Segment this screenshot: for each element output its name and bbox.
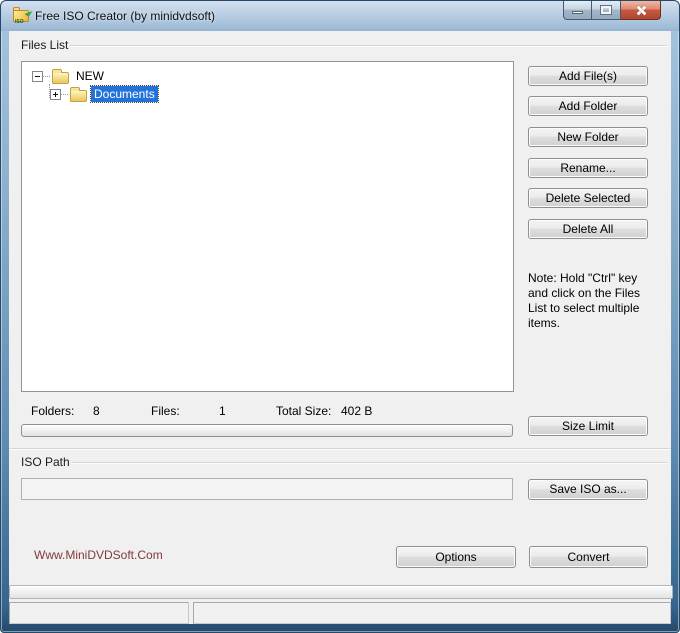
- add-files-button[interactable]: Add File(s): [528, 66, 648, 86]
- tree-item-documents[interactable]: Documents: [50, 85, 159, 103]
- close-icon: [634, 4, 647, 17]
- tree-item-root[interactable]: NEW: [32, 67, 107, 85]
- website-link[interactable]: Www.MiniDVDSoft.Com: [34, 548, 163, 562]
- client-area: Files List NEW Documents Add File(s) Add…: [9, 31, 673, 624]
- folders-value: 8: [93, 404, 100, 418]
- total-size-label: Total Size:: [276, 404, 332, 418]
- convert-button[interactable]: Convert: [529, 546, 648, 568]
- folder-icon: [70, 86, 87, 102]
- status-panel-right: [193, 602, 671, 624]
- minimize-icon: [572, 11, 583, 14]
- titlebar[interactable]: ISO Free ISO Creator (by minidvdsoft): [1, 1, 679, 31]
- status-panel-left: [9, 602, 189, 624]
- maximize-button[interactable]: [592, 1, 621, 20]
- folder-icon: [52, 68, 69, 84]
- iso-path-group-label: ISO Path: [19, 455, 72, 469]
- tree-connector-line: [43, 75, 50, 77]
- multi-select-note: Note: Hold "Ctrl" key and click on the F…: [528, 271, 641, 330]
- size-limit-button[interactable]: Size Limit: [528, 416, 648, 436]
- group-separator: [9, 448, 671, 450]
- tree-item-label-selected[interactable]: Documents: [90, 85, 159, 103]
- window-title: Free ISO Creator (by minidvdsoft): [35, 9, 216, 23]
- minimize-button[interactable]: [563, 1, 592, 20]
- iso-path-field: [21, 478, 513, 500]
- folders-label: Folders:: [31, 404, 75, 418]
- caption-buttons: [563, 1, 661, 20]
- files-progress-bar: [21, 424, 513, 437]
- files-label: Files:: [151, 404, 180, 418]
- new-folder-button[interactable]: New Folder: [528, 127, 648, 147]
- add-folder-button[interactable]: Add Folder: [528, 96, 648, 116]
- tree-connector-line: [61, 93, 68, 95]
- collapse-icon[interactable]: [32, 70, 43, 82]
- expand-icon[interactable]: [50, 88, 61, 100]
- save-iso-as-button[interactable]: Save ISO as...: [528, 479, 648, 500]
- files-list-group-label: Files List: [19, 38, 71, 52]
- total-size-value: 402 B: [341, 404, 373, 418]
- files-value: 1: [219, 404, 226, 418]
- tree-item-label[interactable]: NEW: [73, 68, 107, 84]
- files-list-group-line: [67, 45, 667, 47]
- maximize-icon: [600, 5, 612, 15]
- delete-selected-button[interactable]: Delete Selected: [528, 188, 648, 208]
- options-button[interactable]: Options: [396, 546, 516, 568]
- app-icon: ISO: [13, 7, 33, 25]
- close-button[interactable]: [621, 1, 661, 20]
- iso-path-group-line: [69, 462, 667, 464]
- files-tree[interactable]: NEW Documents: [21, 61, 514, 392]
- app-window: ISO Free ISO Creator (by minidvdsoft) Fi…: [0, 0, 680, 633]
- delete-all-button[interactable]: Delete All: [528, 219, 648, 239]
- convert-progress-bar: [9, 585, 673, 599]
- rename-button[interactable]: Rename...: [528, 158, 648, 178]
